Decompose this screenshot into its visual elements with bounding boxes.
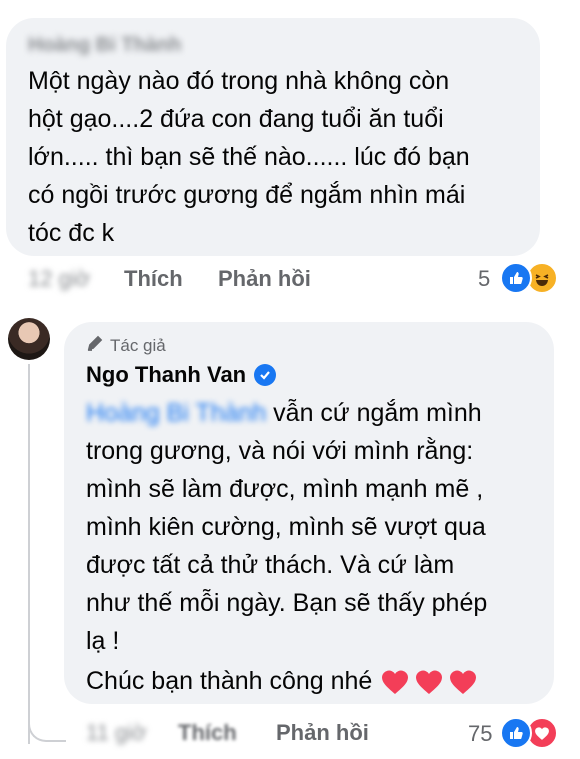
thread-line <box>28 364 30 744</box>
reply-author: Ngo Thanh Van <box>86 362 277 388</box>
reply-button[interactable]: Phản hồi <box>218 266 311 292</box>
mention-link[interactable]: Hoàng Bi Thành <box>86 399 266 427</box>
comment-timestamp[interactable]: 12 giờ <box>28 266 90 292</box>
like-button[interactable]: Thích <box>124 266 183 292</box>
reply-timestamp[interactable]: 11 giờ <box>86 720 147 746</box>
pen-icon <box>86 334 104 357</box>
heart-icon <box>416 670 443 695</box>
thread-connector <box>28 700 66 742</box>
reply-closing-text: Chúc bạn thành công nhé <box>86 667 373 695</box>
reply-author-name[interactable]: Ngo Thanh Van <box>86 362 246 388</box>
like-button[interactable]: Thích <box>178 720 237 746</box>
reaction-count[interactable]: 5 <box>478 266 490 292</box>
hearts <box>380 668 478 696</box>
comment-text: Một ngày nào đó trong nhà không còn hột … <box>28 67 470 247</box>
author-badge-label: Tác giả <box>110 335 166 355</box>
reply-text: Hoàng Bi Thành vẫn cứ ngắm mình trong gư… <box>86 394 546 660</box>
verified-icon <box>254 364 277 386</box>
heart-icon <box>382 670 409 695</box>
reply-body: vẫn cứ ngắm mình trong gương, và nói với… <box>86 399 488 655</box>
reply-closing: Chúc bạn thành công nhé <box>86 662 546 700</box>
reply-button[interactable]: Phản hồi <box>276 720 369 746</box>
reaction-count[interactable]: 75 <box>468 721 492 747</box>
reply-actions: 11 giờ Thích Phản hồi <box>86 720 486 750</box>
comment-author-name[interactable]: Hoàng Bi Thành <box>28 34 181 57</box>
like-icon <box>500 717 532 749</box>
like-icon <box>500 262 532 294</box>
heart-icon <box>450 670 477 695</box>
author-badge: Tác giả <box>86 334 166 357</box>
avatar[interactable] <box>8 318 50 360</box>
